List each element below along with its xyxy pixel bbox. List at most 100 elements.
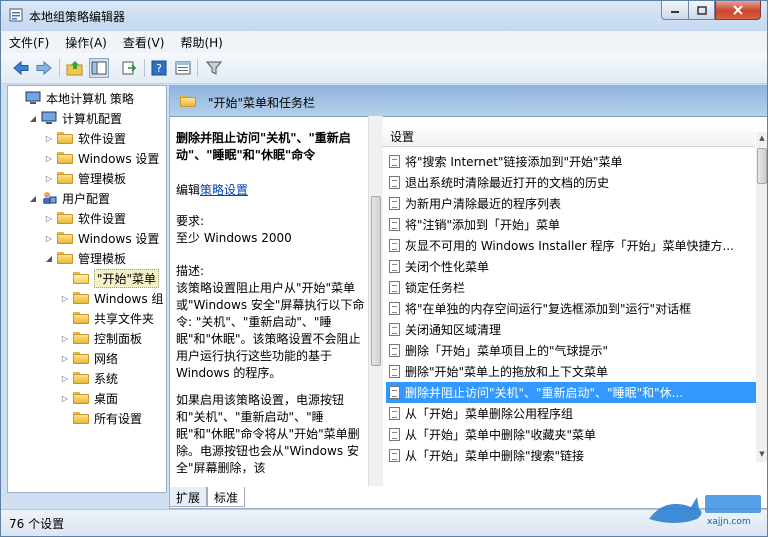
setting-row[interactable]: 删除并阻止访问"关机"、"重新启动"、"睡眠"和"休... [386,382,756,403]
folder-settings-icon [73,412,89,424]
setting-row[interactable]: 为新用户清除最近的程序列表 [386,193,756,214]
list-scrollbar[interactable]: ▲ ▼ [756,132,767,462]
policy-setting-icon [389,302,400,315]
collapsed-arrow-icon[interactable]: ▷ [44,134,54,143]
console-tree[interactable]: 本地计算机 策略 ◢ 计算机配置 ▷ 软件设置 ▷ Windows 设置 ▷ 管理模板 ◢ 用户配置… [7,85,167,493]
tree-item[interactable]: ▷ 软件设置 [44,208,126,228]
forward-arrow-icon [36,60,52,76]
help-button[interactable]: ? [149,58,169,78]
maximize-button[interactable] [688,1,715,20]
minimize-button[interactable] [661,1,688,20]
menu-view[interactable]: 查看(V) [115,34,173,51]
tree-item[interactable]: "开始"菜单 [60,268,160,288]
menu-help[interactable]: 帮助(H) [172,34,230,51]
tree-item-label: 管理模板 [78,251,127,266]
policy-setting-icon [389,197,400,210]
collapsed-arrow-icon[interactable]: ▷ [60,294,70,303]
toolbar-separator [59,59,60,77]
setting-row[interactable]: 将"搜索 Internet"链接添加到"开始"菜单 [386,151,756,172]
tree-item-label: Windows 设置 [78,151,160,166]
scroll-down-icon[interactable]: ▼ [757,450,767,460]
back-button[interactable] [11,58,31,78]
tree-item[interactable]: 本地计算机 策略 [12,88,134,108]
collapsed-arrow-icon[interactable]: ▷ [60,394,70,403]
tree-item[interactable]: ◢ 管理模板 [44,248,126,268]
forward-button[interactable] [34,58,54,78]
policy-settings-link[interactable]: 策略设置 [200,183,248,197]
close-button[interactable] [715,1,761,20]
setting-row-label: 从「开始」菜单中删除"收藏夹"菜单 [405,428,597,442]
settings-rows: 将"搜索 Internet"链接添加到"开始"菜单 退出系统时清除最近打开的文档的… [386,151,756,464]
collapsed-arrow-icon[interactable]: ▷ [60,374,70,383]
scroll-thumb[interactable] [757,148,767,184]
tree-item[interactable]: ▷ Windows 设置 [44,228,159,248]
setting-row[interactable]: 关闭个性化菜单 [386,256,756,277]
setting-row[interactable]: 锁定任务栏 [386,277,756,298]
computer-icon [25,91,41,104]
tree-item[interactable]: ▷ 管理模板 [44,168,126,188]
filter-button[interactable] [204,58,224,78]
status-text: 76 个设置 [9,517,65,531]
tree-item[interactable]: ▷ Windows 设置 [44,148,159,168]
tree-item[interactable]: ◢ 计算机配置 [28,108,122,128]
expanded-arrow-icon[interactable]: ◢ [28,194,38,203]
collapsed-arrow-icon[interactable]: ▷ [44,234,54,243]
tree-item[interactable]: ▷ 桌面 [60,388,118,408]
menu-action[interactable]: 操作(A) [57,34,115,51]
expanded-arrow-icon[interactable]: ◢ [44,254,54,263]
settings-list: 设置 将"搜索 Internet"链接添加到"开始"菜单 退出系统时清除最近打开的… [382,124,767,464]
setting-row[interactable]: 将"在单独的内存空间运行"复选框添加到"运行"对话框 [386,298,756,319]
menu-file[interactable]: 文件(F) [1,34,57,51]
setting-row[interactable]: 将"注销"添加到「开始」菜单 [386,214,756,235]
app-window: 本地组策略编辑器 文件(F) 操作(A) 查看(V) 帮助(H) ? 本地计算机… [0,0,768,537]
folder-icon [57,232,73,244]
setting-row[interactable]: 灰显不可用的 Windows Installer 程序「开始」菜单快捷方... [386,235,756,256]
tree-item-label: 所有设置 [94,411,143,426]
scroll-up-icon[interactable]: ▲ [757,134,767,144]
properties-button[interactable] [173,58,193,78]
scroll-thumb[interactable] [371,196,381,366]
tree-item[interactable]: ▷ 系统 [60,368,118,388]
collapsed-arrow-icon[interactable]: ▷ [44,154,54,163]
tree-item-label: 软件设置 [78,211,127,226]
up-level-button[interactable] [65,58,85,78]
tree-item[interactable]: 共享文件夹 [60,308,154,328]
policy-setting-icon [389,323,400,336]
tree-item[interactable]: 所有设置 [60,408,142,428]
policy-setting-icon [389,155,400,168]
tree-item[interactable]: ▷ 控制面板 [60,328,142,348]
setting-row[interactable]: 关闭通知区域清理 [386,319,756,340]
collapsed-arrow-icon[interactable]: ▷ [44,214,54,223]
expanded-arrow-icon[interactable]: ◢ [28,114,38,123]
setting-row[interactable]: 从「开始」菜单中删除"收藏夹"菜单 [386,424,756,445]
collapsed-arrow-icon[interactable]: ▷ [60,354,70,363]
show-hide-tree-button[interactable] [89,58,109,78]
collapsed-arrow-icon[interactable]: ▷ [44,174,54,183]
description-scrollbar[interactable] [368,116,383,486]
export-list-button[interactable] [119,58,139,78]
tab-extended[interactable]: 扩展 [169,487,208,507]
tab-standard[interactable]: 标准 [207,487,246,507]
tree-item[interactable]: ▷ 网络 [60,348,118,368]
title-bar[interactable]: 本地组策略编辑器 [1,1,767,31]
setting-row-label: 关闭个性化菜单 [405,260,490,274]
policy-setting-icon [389,428,400,441]
setting-row[interactable]: 删除「开始」菜单项目上的"气球提示" [386,340,756,361]
policy-setting-icon [389,218,400,231]
folder-icon [180,95,196,107]
collapsed-arrow-icon[interactable]: ▷ [60,334,70,343]
policy-setting-icon [389,449,400,462]
folder-icon [57,252,73,264]
folder-icon [57,132,73,144]
back-arrow-icon [13,60,29,76]
console-tree-icon [91,61,107,75]
setting-row[interactable]: 退出系统时清除最近打开的文档的历史 [386,172,756,193]
tree-item[interactable]: ◢ 用户配置 [28,188,110,208]
tree-item[interactable]: ▷ 软件设置 [44,128,126,148]
setting-row[interactable]: 删除"开始"菜单上的拖放和上下文菜单 [386,361,756,382]
tree-item[interactable]: ▷ Windows 组 [60,288,163,308]
column-header-setting[interactable]: 设置 [382,124,755,147]
requirements-label: 要求: [176,214,205,228]
setting-row[interactable]: 从「开始」菜单删除公用程序组 [386,403,756,424]
setting-row[interactable]: 从「开始」菜单中删除"搜索"链接 [386,445,756,464]
